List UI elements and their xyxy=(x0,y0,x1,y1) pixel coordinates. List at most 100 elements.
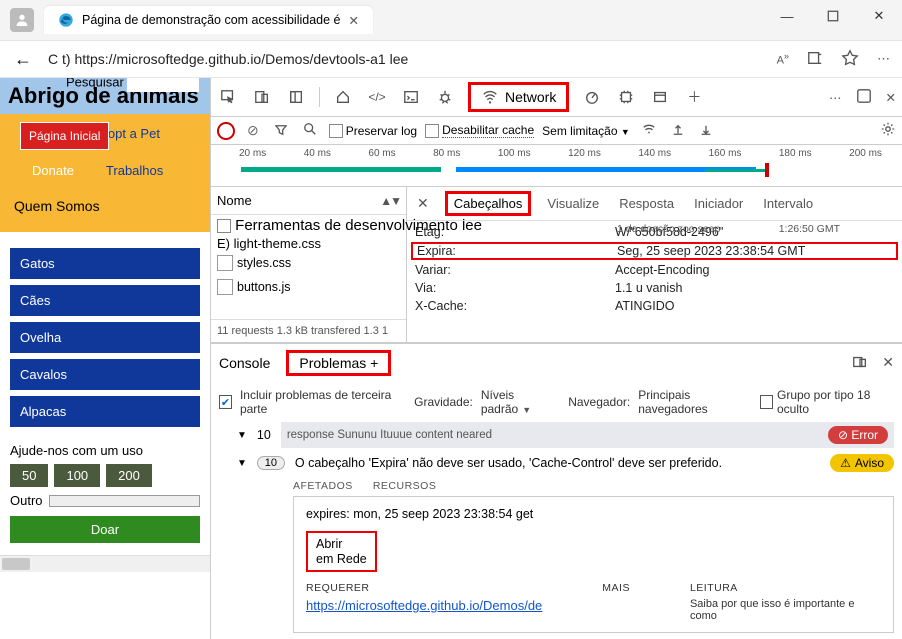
nav-jobs-link[interactable]: Trabalhos xyxy=(98,157,171,184)
reading-mode-icon[interactable]: A» xyxy=(777,51,789,67)
edge-icon xyxy=(58,12,74,28)
request-row[interactable]: styles.css xyxy=(211,251,406,275)
import-icon[interactable] xyxy=(668,123,688,139)
export-icon[interactable] xyxy=(696,123,716,139)
search-icon[interactable] xyxy=(299,122,321,139)
detail-close-icon[interactable]: ✕ xyxy=(413,195,433,212)
category-item[interactable]: Ovelha xyxy=(10,322,200,353)
record-button[interactable] xyxy=(217,122,235,140)
group-by-type-label: Grupo por tipo 18 oculto xyxy=(777,388,894,416)
tick-label: 120 ms xyxy=(568,148,601,159)
issues-icon[interactable] xyxy=(856,88,872,107)
network-tab[interactable]: Network xyxy=(468,82,569,112)
window-maximize-button[interactable] xyxy=(810,0,856,32)
donate-amount-button[interactable]: 100 xyxy=(54,464,100,487)
tab-headers[interactable]: Cabeçalhos xyxy=(445,191,532,216)
elements-icon[interactable]: </> xyxy=(366,86,388,108)
scrollbar-thumb[interactable] xyxy=(2,558,30,570)
category-item[interactable]: Alpacas xyxy=(10,396,200,427)
drawer-problems-tab[interactable]: Problemas + xyxy=(286,350,391,376)
column-name[interactable]: Nome xyxy=(217,193,252,208)
collections-icon[interactable] xyxy=(807,50,823,69)
tick-label: 140 ms xyxy=(638,148,671,159)
address-url[interactable]: C t) https://microsoftedge.github.io/Dem… xyxy=(48,51,767,67)
header-key: Expira: xyxy=(417,244,617,258)
window-close-button[interactable]: ✕ xyxy=(856,0,902,32)
more-tools-icon[interactable]: ⋯ xyxy=(829,90,842,105)
network-timeline[interactable]: 20 ms 40 ms 60 ms 80 ms 100 ms 120 ms 14… xyxy=(211,145,902,187)
nav-about-link[interactable]: Quem Somos xyxy=(4,198,206,214)
category-item[interactable]: Cavalos xyxy=(10,359,200,390)
header-key: Etag: xyxy=(415,225,615,239)
tick-label: 80 ms xyxy=(433,148,460,159)
issue-expand-icon[interactable]: ▼ xyxy=(237,458,247,469)
browser-tab[interactable]: Página de demonstração com acessibilidad… xyxy=(44,6,373,34)
gravity-label: Gravidade: xyxy=(414,395,473,409)
welcome-icon[interactable] xyxy=(285,86,307,108)
favorite-icon[interactable] xyxy=(841,49,859,70)
throttling-select[interactable]: Sem limitação ▼ xyxy=(542,124,630,138)
more-header-label: MAIS xyxy=(602,582,630,594)
search-input[interactable] xyxy=(127,78,199,92)
category-item[interactable]: Cães xyxy=(10,285,200,316)
horizontal-scrollbar[interactable] xyxy=(0,555,210,572)
issue-snippet: response Sununu Ituuue content neared xyxy=(287,429,492,441)
device-icon[interactable] xyxy=(251,86,273,108)
disable-cache-label: Desabilitar cache xyxy=(442,123,534,138)
group-by-type-checkbox[interactable]: ✔ xyxy=(760,395,773,409)
preserve-log-checkbox[interactable]: Preservar log xyxy=(329,124,417,138)
tab-close-icon[interactable]: ✕ xyxy=(349,13,359,28)
donate-amount-button[interactable]: 50 xyxy=(10,464,48,487)
network-tab-label: Network xyxy=(505,89,556,105)
console-icon[interactable] xyxy=(400,86,422,108)
debugger-icon[interactable] xyxy=(434,86,456,108)
filter-icon[interactable] xyxy=(271,123,291,139)
nav-home-button[interactable]: Página Inicial xyxy=(20,122,109,150)
home-icon[interactable] xyxy=(332,86,354,108)
tab-preview[interactable]: Visualize xyxy=(543,192,603,215)
sort-icon[interactable]: ▲▼ xyxy=(380,194,400,208)
include-third-party-checkbox[interactable]: ✔ xyxy=(219,395,232,409)
network-conditions-icon[interactable] xyxy=(638,122,660,139)
nav-donate-link[interactable]: Donate xyxy=(24,157,82,184)
browser-value: Principais navegadores xyxy=(638,388,752,416)
header-key: Via: xyxy=(415,281,615,295)
devtools-close-icon[interactable]: ✕ xyxy=(886,90,896,105)
drawer-device-icon[interactable] xyxy=(852,354,868,373)
request-url-link[interactable]: https://microsoftedge.github.io/Demos/de xyxy=(306,598,542,613)
back-button[interactable]: ← xyxy=(8,44,38,74)
new-tab-icon[interactable]: ＋ xyxy=(683,86,705,108)
donate-button[interactable]: Doar xyxy=(10,516,200,543)
request-summary: 11 requests 1.3 kB transfered 1.3 1 xyxy=(211,319,406,342)
expires-detail: expires: mon, 25 seep 2023 23:38:54 get xyxy=(306,507,881,521)
donate-amount-button[interactable]: 200 xyxy=(106,464,152,487)
header-value: Accept-Encoding xyxy=(615,263,894,277)
tick-label: 180 ms xyxy=(779,148,812,159)
file-icon xyxy=(217,255,233,271)
window-minimize-button[interactable]: — xyxy=(764,0,810,32)
request-row[interactable]: buttons.js xyxy=(211,275,406,299)
header-value: Seg, 25 seep 2023 23:38:54 GMT xyxy=(617,244,892,258)
tab-initiator[interactable]: Iniciador xyxy=(690,192,747,215)
other-amount-input[interactable] xyxy=(49,495,200,507)
clear-button[interactable]: ⊘ xyxy=(243,122,263,139)
drawer-close-icon[interactable]: ✕ xyxy=(882,354,894,373)
drawer-console-tab[interactable]: Console xyxy=(219,355,270,371)
tick-label: 20 ms xyxy=(239,148,266,159)
category-item[interactable]: Gatos xyxy=(10,248,200,279)
memory-icon[interactable] xyxy=(615,86,637,108)
more-icon[interactable]: ⋯ xyxy=(877,51,890,67)
profile-avatar[interactable] xyxy=(10,8,34,32)
inspect-icon[interactable] xyxy=(217,86,239,108)
issue-collapse-icon[interactable]: ▼ xyxy=(237,430,247,441)
devtools-panel: </> Network ＋ ⋯ ✕ ⊘ xyxy=(210,78,902,639)
tab-response[interactable]: Resposta xyxy=(615,192,678,215)
application-icon[interactable] xyxy=(649,86,671,108)
disable-cache-checkbox[interactable]: Desabilitar cache xyxy=(425,123,534,138)
open-in-network-button[interactable]: Abrir em Rede xyxy=(306,531,377,572)
tab-timing[interactable]: Intervalo xyxy=(759,192,817,215)
settings-icon[interactable] xyxy=(880,121,896,140)
gravity-select[interactable]: Níveis padrão xyxy=(481,388,560,416)
request-header-label: REQUERER xyxy=(306,582,542,594)
performance-icon[interactable] xyxy=(581,86,603,108)
